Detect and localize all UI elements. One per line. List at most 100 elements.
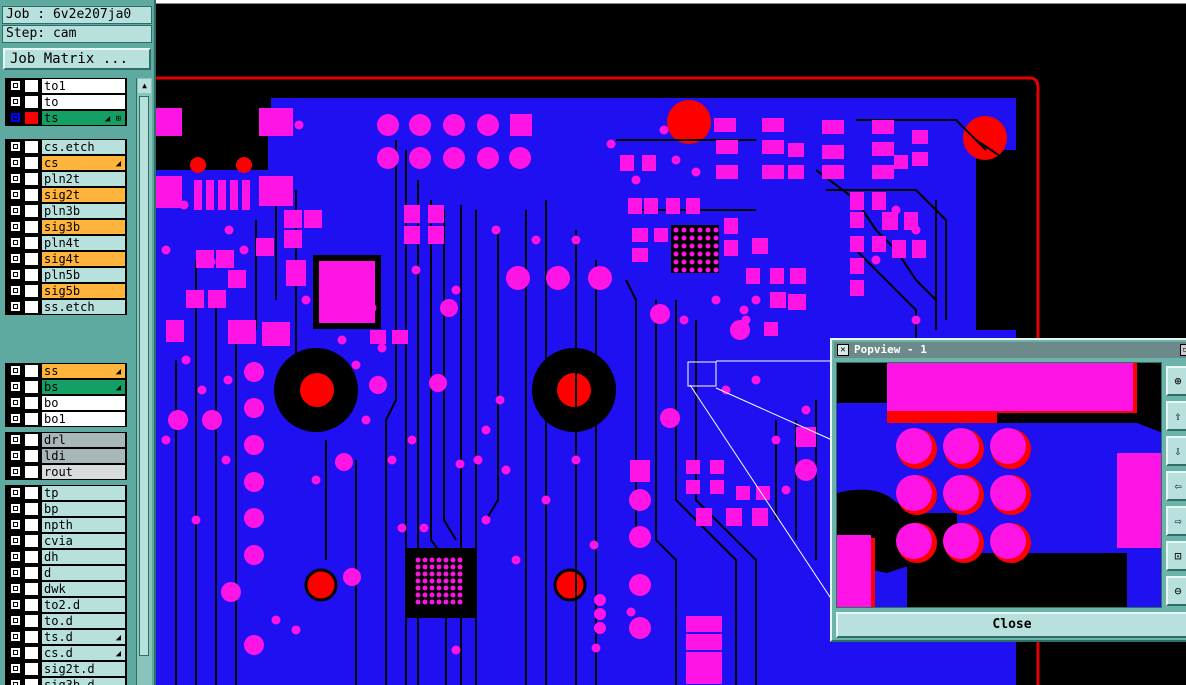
layer-affected-checkbox[interactable] bbox=[10, 205, 21, 216]
layer-display-color[interactable] bbox=[25, 141, 38, 153]
layer-name[interactable]: sig5b bbox=[42, 284, 125, 298]
layer-row[interactable]: d bbox=[5, 565, 127, 581]
layer-affected-checkbox[interactable] bbox=[10, 466, 21, 477]
layer-display-color[interactable] bbox=[25, 381, 38, 393]
layer-affected-checkbox[interactable] bbox=[10, 397, 21, 408]
layer-display-color[interactable] bbox=[25, 551, 38, 563]
layer-display-color[interactable] bbox=[25, 96, 38, 108]
layer-name[interactable]: to bbox=[42, 95, 125, 109]
layer-display-color[interactable] bbox=[25, 647, 38, 659]
layer-name[interactable]: ss ◢ bbox=[42, 364, 125, 378]
layer-display-color[interactable] bbox=[25, 599, 38, 611]
layer-row[interactable]: bp bbox=[5, 501, 127, 517]
layer-affected-checkbox[interactable] bbox=[10, 679, 21, 685]
layer-affected-checkbox[interactable] bbox=[10, 663, 21, 674]
layer-affected-checkbox[interactable] bbox=[10, 80, 21, 91]
layer-name[interactable]: cs ◢ bbox=[42, 156, 125, 170]
layer-row[interactable]: pln5b bbox=[5, 267, 127, 283]
layer-affected-checkbox[interactable] bbox=[10, 413, 21, 424]
layer-affected-checkbox[interactable] bbox=[10, 301, 21, 312]
layer-row[interactable]: dwk bbox=[5, 581, 127, 597]
layer-row[interactable]: cs.d ◢ bbox=[5, 645, 127, 661]
layer-display-color[interactable] bbox=[25, 80, 38, 92]
layer-name[interactable]: pln5b bbox=[42, 268, 125, 282]
layer-name[interactable]: cs.d ◢ bbox=[42, 646, 125, 660]
layer-affected-checkbox[interactable] bbox=[10, 535, 21, 546]
layer-row[interactable]: to bbox=[5, 94, 127, 110]
layer-row[interactable]: bo bbox=[5, 395, 127, 411]
layer-name[interactable]: dwk bbox=[42, 582, 125, 596]
layer-affected-checkbox[interactable] bbox=[10, 503, 21, 514]
layer-row[interactable]: to1 bbox=[5, 78, 127, 94]
layer-name[interactable]: pln3b bbox=[42, 204, 125, 218]
layer-name[interactable]: pln2t bbox=[42, 172, 125, 186]
layer-name[interactable]: ts.d ◢ bbox=[42, 630, 125, 644]
layer-name[interactable]: bo bbox=[42, 396, 125, 410]
layer-affected-checkbox[interactable] bbox=[10, 157, 21, 168]
layer-row[interactable]: bs ◢ bbox=[5, 379, 127, 395]
layer-row[interactable]: to2.d bbox=[5, 597, 127, 613]
pan-down-icon[interactable]: ⇩ bbox=[1166, 436, 1186, 466]
layer-row[interactable]: ts ◢ ⊞ bbox=[5, 110, 127, 126]
layer-affected-checkbox[interactable] bbox=[10, 381, 21, 392]
layer-affected-checkbox[interactable] bbox=[10, 221, 21, 232]
layer-name[interactable]: pln4t bbox=[42, 236, 125, 250]
layer-display-color[interactable] bbox=[25, 413, 38, 425]
layer-affected-checkbox[interactable] bbox=[10, 96, 21, 107]
layer-affected-checkbox[interactable] bbox=[10, 237, 21, 248]
layer-display-color[interactable] bbox=[25, 434, 38, 446]
layer-name[interactable]: to1 bbox=[42, 79, 125, 93]
layer-affected-checkbox[interactable] bbox=[10, 269, 21, 280]
layer-name[interactable]: cs.etch bbox=[42, 140, 125, 154]
layer-display-color[interactable] bbox=[25, 466, 38, 478]
layer-row[interactable]: to.d bbox=[5, 613, 127, 629]
layer-name[interactable]: to2.d bbox=[42, 598, 125, 612]
layer-name[interactable]: sig3b bbox=[42, 220, 125, 234]
layer-display-color[interactable] bbox=[25, 221, 38, 233]
layer-row[interactable]: pln2t bbox=[5, 171, 127, 187]
layer-row[interactable]: cs.etch bbox=[5, 139, 127, 155]
layer-name[interactable]: d bbox=[42, 566, 125, 580]
layer-affected-checkbox[interactable] bbox=[10, 487, 21, 498]
layer-row[interactable]: npth bbox=[5, 517, 127, 533]
pan-left-icon[interactable]: ⇦ bbox=[1166, 471, 1186, 501]
layer-row[interactable]: sig5b bbox=[5, 283, 127, 299]
layer-display-color[interactable] bbox=[25, 301, 38, 313]
layer-row[interactable]: sig4t bbox=[5, 251, 127, 267]
layer-row[interactable]: pln3b bbox=[5, 203, 127, 219]
layer-name[interactable]: rout bbox=[42, 465, 125, 479]
layer-affected-checkbox[interactable] bbox=[10, 253, 21, 264]
layer-display-color[interactable] bbox=[25, 173, 38, 185]
layer-row[interactable]: ss.etch bbox=[5, 299, 127, 315]
window-close-icon[interactable]: ▫ bbox=[1180, 344, 1186, 356]
layer-name[interactable]: bp bbox=[42, 502, 125, 516]
layer-row[interactable]: tp bbox=[5, 485, 127, 501]
layer-list-scrollbar[interactable]: ▲ bbox=[136, 78, 152, 685]
zoom-out-icon[interactable]: ⊖ bbox=[1166, 576, 1186, 606]
layer-row[interactable]: cs ◢ bbox=[5, 155, 127, 171]
layer-display-color[interactable] bbox=[25, 679, 38, 685]
layer-affected-checkbox[interactable] bbox=[10, 365, 21, 376]
layer-affected-checkbox[interactable] bbox=[10, 285, 21, 296]
scroll-thumb[interactable] bbox=[139, 96, 149, 656]
layer-name[interactable]: sig2t.d bbox=[42, 662, 125, 676]
layer-row[interactable]: drl bbox=[5, 432, 127, 448]
layer-affected-checkbox[interactable] bbox=[10, 173, 21, 184]
layer-row[interactable]: ss ◢ bbox=[5, 363, 127, 379]
layer-affected-checkbox[interactable] bbox=[10, 141, 21, 152]
layer-affected-checkbox[interactable] bbox=[10, 450, 21, 461]
pan-right-icon[interactable]: ⇨ bbox=[1166, 506, 1186, 536]
job-matrix-button[interactable]: Job Matrix ... bbox=[3, 48, 151, 70]
layer-affected-checkbox[interactable] bbox=[10, 567, 21, 578]
layer-name[interactable]: sig4t bbox=[42, 252, 125, 266]
layer-display-color[interactable] bbox=[25, 253, 38, 265]
layer-display-color[interactable] bbox=[25, 205, 38, 217]
layer-display-color[interactable] bbox=[25, 487, 38, 499]
layer-affected-checkbox[interactable] bbox=[10, 112, 21, 123]
layer-display-color[interactable] bbox=[25, 503, 38, 515]
layer-row[interactable]: ts.d ◢ bbox=[5, 629, 127, 645]
layer-display-color[interactable] bbox=[25, 189, 38, 201]
layer-row[interactable]: bo1 bbox=[5, 411, 127, 427]
layer-affected-checkbox[interactable] bbox=[10, 551, 21, 562]
layer-name[interactable]: npth bbox=[42, 518, 125, 532]
